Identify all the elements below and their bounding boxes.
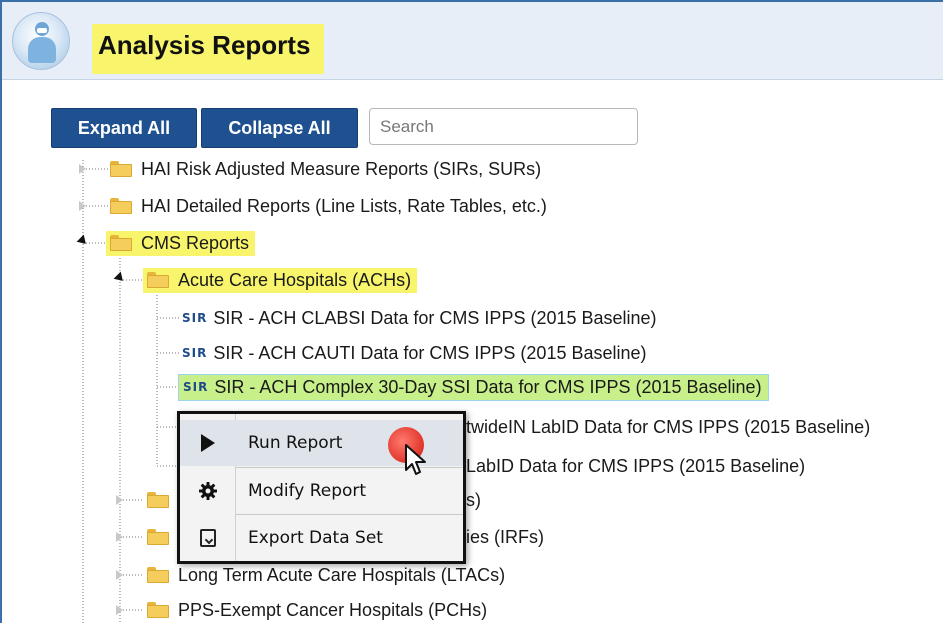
folder-icon xyxy=(110,161,132,177)
folder-icon xyxy=(110,198,132,214)
tree-folder-label: Acute Care Hospitals (ACHs) xyxy=(178,269,412,290)
sir-report-icon: SIR xyxy=(183,380,209,394)
play-icon xyxy=(180,434,236,452)
tree-folder-partial-a[interactable] xyxy=(147,485,178,515)
tree-report-ssi[interactable]: SIR SIR - ACH Complex 30-Day SSI Data fo… xyxy=(178,372,769,402)
tree-folder-partial-b[interactable] xyxy=(147,522,178,552)
tree-folder-label: ies (IRFs) xyxy=(466,526,544,547)
sir-report-icon: SIR xyxy=(182,346,208,360)
tree-folder-ltac[interactable]: Long Term Acute Care Hospitals (LTACs) xyxy=(147,560,505,590)
cms-highlight: CMS Reports xyxy=(106,230,256,256)
mouse-cursor-icon xyxy=(405,444,426,475)
tree-folder-pch[interactable]: PPS-Exempt Cancer Hospitals (PCHs) xyxy=(147,595,487,623)
expander-closed-icon[interactable] xyxy=(116,532,123,542)
tree-report-label: SIR - ACH CAUTI Data for CMS IPPS (2015 … xyxy=(213,342,647,363)
expander-closed-icon[interactable] xyxy=(79,164,86,174)
tree-folder-label: s) xyxy=(466,489,481,510)
folder-icon xyxy=(147,272,169,288)
context-menu: Run Report Modify Report Export Data Set xyxy=(177,411,466,564)
sir-report-icon: SIR xyxy=(182,311,208,325)
menu-item-label: Run Report xyxy=(248,433,343,453)
selected-report-highlight: SIR SIR - ACH Complex 30-Day SSI Data fo… xyxy=(178,373,769,401)
folder-icon xyxy=(147,529,169,545)
tree-folder-hai-detailed[interactable]: HAI Detailed Reports (Line Lists, Rate T… xyxy=(110,191,547,221)
expander-closed-icon[interactable] xyxy=(116,495,123,505)
menu-item-label: Export Data Set xyxy=(248,528,383,548)
tree-folder-partial-a-label: s) xyxy=(466,485,481,515)
folder-icon xyxy=(147,602,169,618)
tree-report-cauti[interactable]: SIR SIR - ACH CAUTI Data for CMS IPPS (2… xyxy=(182,338,647,368)
tree-folder-label: CMS Reports xyxy=(141,232,250,253)
menu-item-export-data-set[interactable]: Export Data Set xyxy=(180,515,463,561)
tree-folder-ach[interactable]: Acute Care Hospitals (ACHs) xyxy=(143,265,418,295)
tree-report-label: SIR - ACH Complex 30-Day SSI Data for CM… xyxy=(214,376,762,397)
folder-icon xyxy=(147,567,169,583)
tree-folder-cms[interactable]: CMS Reports xyxy=(106,228,256,258)
tree-folder-partial-b-label: ies (IRFs) xyxy=(466,522,544,552)
expander-closed-icon[interactable] xyxy=(116,570,123,580)
expander-closed-icon[interactable] xyxy=(79,201,86,211)
expander-closed-icon[interactable] xyxy=(116,605,123,615)
ach-highlight: Acute Care Hospitals (ACHs) xyxy=(143,267,418,293)
tree-report-label: LabID Data for CMS IPPS (2015 Baseline) xyxy=(466,455,806,476)
tree-report-cdi[interactable]: LabID Data for CMS IPPS (2015 Baseline) xyxy=(466,451,805,481)
tree-folder-label: Long Term Acute Care Hospitals (LTACs) xyxy=(178,564,506,585)
tree-report-clabsi[interactable]: SIR SIR - ACH CLABSI Data for CMS IPPS (… xyxy=(182,303,657,333)
tree-report-mrsa[interactable]: twideIN LabID Data for CMS IPPS (2015 Ba… xyxy=(466,412,870,442)
tree-folder-label: HAI Detailed Reports (Line Lists, Rate T… xyxy=(141,195,547,216)
export-icon xyxy=(180,529,236,547)
folder-icon xyxy=(147,492,169,508)
tree-folder-label: HAI Risk Adjusted Measure Reports (SIRs,… xyxy=(141,158,542,179)
tree-folder-hai-risk[interactable]: HAI Risk Adjusted Measure Reports (SIRs,… xyxy=(110,154,541,184)
gear-icon xyxy=(180,481,236,501)
tree-report-label: twideIN LabID Data for CMS IPPS (2015 Ba… xyxy=(466,416,871,437)
tree-folder-label: PPS-Exempt Cancer Hospitals (PCHs) xyxy=(178,599,488,620)
tree-report-label: SIR - ACH CLABSI Data for CMS IPPS (2015… xyxy=(213,307,657,328)
folder-icon xyxy=(110,235,132,251)
menu-item-label: Modify Report xyxy=(248,481,367,501)
